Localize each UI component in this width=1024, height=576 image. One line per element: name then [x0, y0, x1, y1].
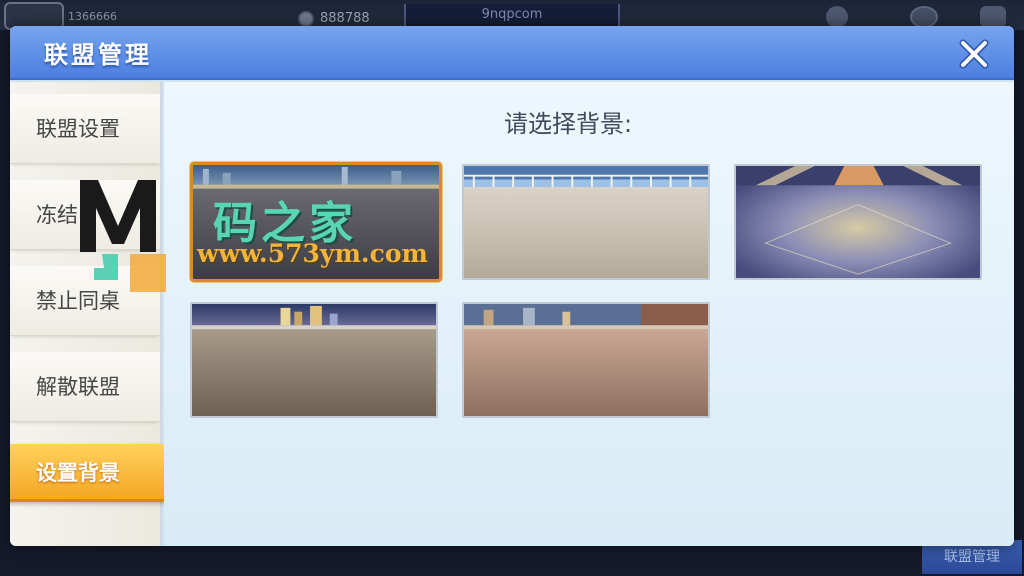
background-selection-panel: 请选择背景: 码之家 www.573ym.com — [164, 82, 1014, 546]
background-3-image — [736, 166, 980, 278]
coin-icon — [298, 11, 314, 27]
close-icon — [959, 39, 989, 69]
player-id: 1366666 — [68, 10, 117, 23]
room-banner: 9nqpcom — [404, 4, 620, 26]
sidebar: 联盟设置 冻结 禁止同桌 解散联盟 设置背景 — [10, 82, 176, 546]
watermark-url: www.573ym.com — [197, 239, 428, 268]
alliance-management-dialog: 联盟管理 联盟设置 冻结 禁止同桌 解散联盟 设置背景 请选择背景: 码之家 w… — [10, 26, 1014, 546]
sidebar-item-set-background[interactable]: 设置背景 — [10, 444, 176, 502]
background-4-image — [192, 304, 436, 416]
sidebar-item-dissolve-alliance[interactable]: 解散联盟 — [10, 352, 160, 422]
bag-icon[interactable] — [980, 6, 1006, 28]
background-option-2[interactable] — [462, 164, 710, 280]
background-option-3[interactable] — [734, 164, 982, 280]
sidebar-item-alliance-settings[interactable]: 联盟设置 — [10, 94, 160, 164]
background-option-1[interactable]: 码之家 www.573ym.com — [190, 162, 442, 282]
background-option-4[interactable] — [190, 302, 438, 418]
badge-icon[interactable] — [910, 6, 938, 28]
person-icon[interactable] — [826, 6, 848, 28]
dialog-title: 联盟管理 — [44, 41, 152, 69]
close-button[interactable] — [954, 34, 994, 74]
select-background-prompt: 请选择背景: — [504, 110, 633, 138]
background-5-image — [464, 304, 708, 416]
background-option-5[interactable] — [462, 302, 710, 418]
coin-count: 888788 — [320, 11, 370, 26]
watermark-logo — [74, 174, 184, 294]
dialog-header: 联盟管理 — [10, 26, 1014, 80]
background-2-image — [464, 166, 708, 278]
watermark-logo-icon — [80, 180, 166, 292]
